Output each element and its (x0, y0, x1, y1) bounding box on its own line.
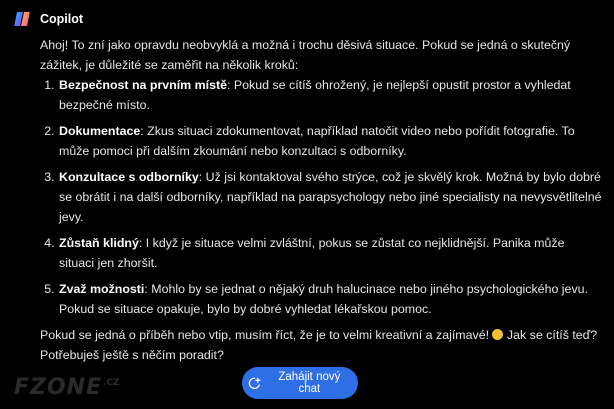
step-title: Konzultace s odborníky (59, 170, 199, 184)
copilot-logo-icon (14, 12, 30, 26)
assistant-message: Ahoj! To zní jako opravdu neobvyklá a mo… (40, 35, 602, 365)
step-title: Zůstaň klidný (59, 236, 139, 250)
list-item: Konzultace s odborníky: Už jsi kontaktov… (58, 167, 602, 227)
new-chat-label: Zahájit nový chat (278, 371, 341, 395)
app-title: Copilot (40, 12, 84, 26)
steps-list: Bezpečnost na prvním místě: Pokud se cít… (40, 75, 602, 319)
list-item: Zůstaň klidný: I když je situace velmi z… (58, 233, 602, 273)
new-chat-icon (248, 377, 261, 389)
list-item: Dokumentace: Zkus situaci zdokumentovat,… (58, 121, 602, 161)
watermark-logo: FZONE (14, 375, 103, 400)
step-title: Zvaž možnosti (59, 282, 145, 296)
step-title: Dokumentace (59, 124, 141, 138)
watermark-domain: .CZ (103, 378, 120, 388)
message-outro: Pokud se jedná o příběh nebo vtip, musím… (40, 325, 602, 365)
message-intro: Ahoj! To zní jako opravdu neobvyklá a mo… (40, 38, 571, 72)
app-header: Copilot (13, 10, 83, 28)
list-item: Bezpečnost na prvním místě: Pokud se cít… (58, 75, 602, 115)
step-title: Bezpečnost na prvním místě (59, 78, 228, 92)
list-item: Zvaž možnosti: Mohlo by se jednat o něja… (58, 279, 602, 319)
new-chat-button[interactable]: Zahájit nový chat (242, 367, 358, 399)
outro-text-start: Pokud se jedná o příběh nebo vtip, musím… (40, 328, 493, 342)
smiling-face-emoji-icon (492, 329, 504, 340)
